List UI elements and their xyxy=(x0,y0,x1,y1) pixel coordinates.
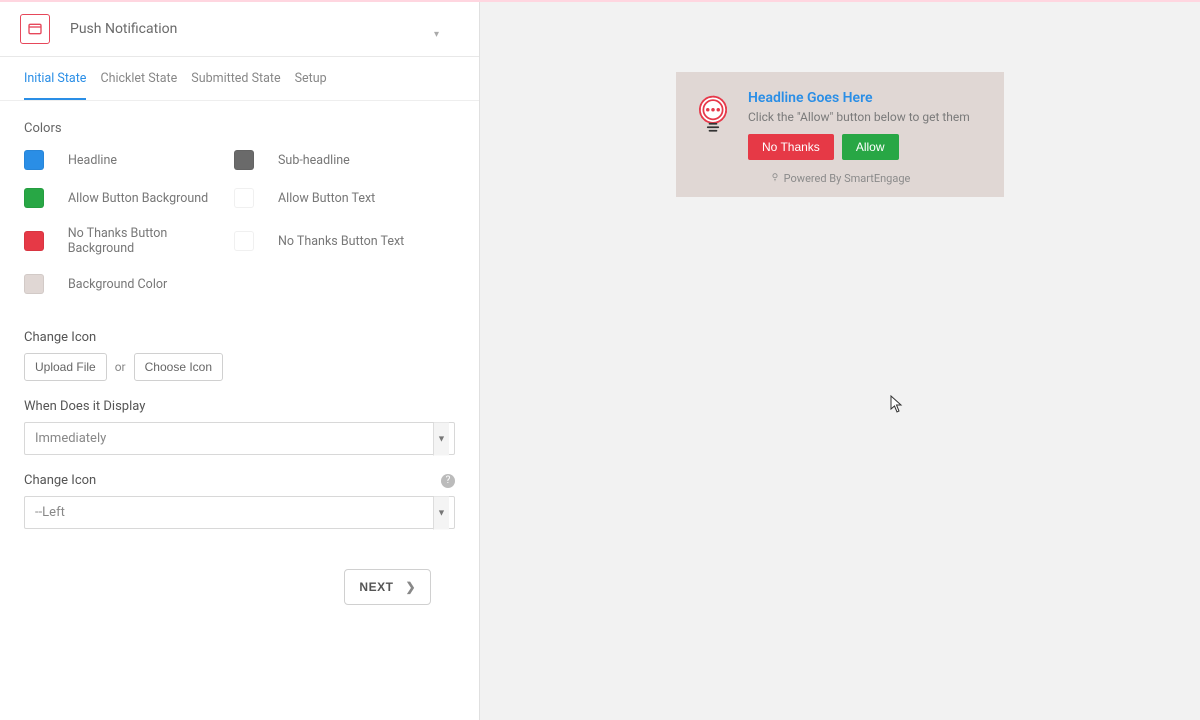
change-icon-block: Change Icon Upload File or Choose Icon xyxy=(24,330,455,381)
next-button[interactable]: NEXT ❯ xyxy=(344,569,431,605)
color-label: No Thanks Button Text xyxy=(278,234,404,249)
color-background: Background Color xyxy=(24,274,234,294)
upload-file-button[interactable]: Upload File xyxy=(24,353,107,381)
colors-section-title: Colors xyxy=(24,121,455,136)
tab-initial-state[interactable]: Initial State xyxy=(24,57,86,100)
panel-title: Push Notification xyxy=(70,21,177,37)
change-icon-label: Change Icon xyxy=(24,330,455,345)
color-label: Allow Button Background xyxy=(68,191,208,206)
color-nothanks-bg: No Thanks Button Background xyxy=(24,226,234,256)
position-value: --Left xyxy=(24,496,455,529)
chevron-down-icon[interactable]: ▾ xyxy=(434,29,439,40)
position-label-text: Change Icon xyxy=(24,473,96,488)
color-nothanks-text: No Thanks Button Text xyxy=(234,226,444,256)
tab-chicklet-state[interactable]: Chicklet State xyxy=(100,57,177,100)
display-when-value: Immediately xyxy=(24,422,455,455)
panel-header: Push Notification ▾ xyxy=(0,2,479,57)
colors-grid: Headline Sub-headline Allow Button Backg… xyxy=(24,150,455,312)
display-when-label: When Does it Display xyxy=(24,399,455,414)
preview-headline: Headline Goes Here xyxy=(748,90,988,106)
chevron-down-icon: ▼ xyxy=(433,496,449,529)
preview-subheadline: Click the "Allow" button below to get th… xyxy=(748,110,988,124)
preview-allow-button[interactable]: Allow xyxy=(842,134,899,160)
color-label: No Thanks Button Background xyxy=(68,226,234,256)
swatch-background[interactable] xyxy=(24,274,44,294)
notification-icon xyxy=(692,92,734,138)
form-body: Colors Headline Sub-headline Allow Butto… xyxy=(0,101,479,720)
swatch-nothanks-text[interactable] xyxy=(234,231,254,251)
color-label: Sub-headline xyxy=(278,153,350,168)
color-subheadline: Sub-headline xyxy=(234,150,444,170)
chevron-down-icon: ▼ xyxy=(433,422,449,455)
next-button-label: NEXT xyxy=(359,580,393,594)
color-label: Headline xyxy=(68,153,117,168)
preview-no-thanks-button[interactable]: No Thanks xyxy=(748,134,834,160)
push-notification-icon xyxy=(20,14,50,44)
chevron-right-icon: ❯ xyxy=(405,580,416,594)
notification-preview: Headline Goes Here Click the "Allow" but… xyxy=(676,72,1004,197)
swatch-allow-bg[interactable] xyxy=(24,188,44,208)
swatch-nothanks-bg[interactable] xyxy=(24,231,44,251)
position-select[interactable]: --Left ▼ xyxy=(24,496,455,529)
or-text: or xyxy=(115,360,126,374)
tab-setup[interactable]: Setup xyxy=(295,57,327,100)
help-icon[interactable]: ? xyxy=(441,474,455,488)
position-block: Change Icon ? --Left ▼ xyxy=(24,473,455,529)
color-label: Background Color xyxy=(68,277,167,292)
color-label: Allow Button Text xyxy=(278,191,375,206)
color-allow-text: Allow Button Text xyxy=(234,188,444,208)
choose-icon-button[interactable]: Choose Icon xyxy=(134,353,223,381)
tab-submitted-state[interactable]: Submitted State xyxy=(191,57,280,100)
color-headline: Headline xyxy=(24,150,234,170)
preview-panel: Headline Goes Here Click the "Allow" but… xyxy=(480,2,1200,720)
powered-by: Powered By SmartEngage xyxy=(692,172,988,185)
settings-panel: Push Notification ▾ Initial State Chickl… xyxy=(0,2,480,720)
swatch-headline[interactable] xyxy=(24,150,44,170)
footer-actions: NEXT ❯ xyxy=(24,569,455,625)
display-when-block: When Does it Display Immediately ▼ xyxy=(24,399,455,455)
state-tabs: Initial State Chicklet State Submitted S… xyxy=(0,57,479,101)
swatch-subheadline[interactable] xyxy=(234,150,254,170)
powered-by-text: Powered By SmartEngage xyxy=(784,172,911,185)
position-label: Change Icon ? xyxy=(24,473,455,488)
color-allow-bg: Allow Button Background xyxy=(24,188,234,208)
bulb-icon xyxy=(770,172,780,185)
swatch-allow-text[interactable] xyxy=(234,188,254,208)
display-when-select[interactable]: Immediately ▼ xyxy=(24,422,455,455)
